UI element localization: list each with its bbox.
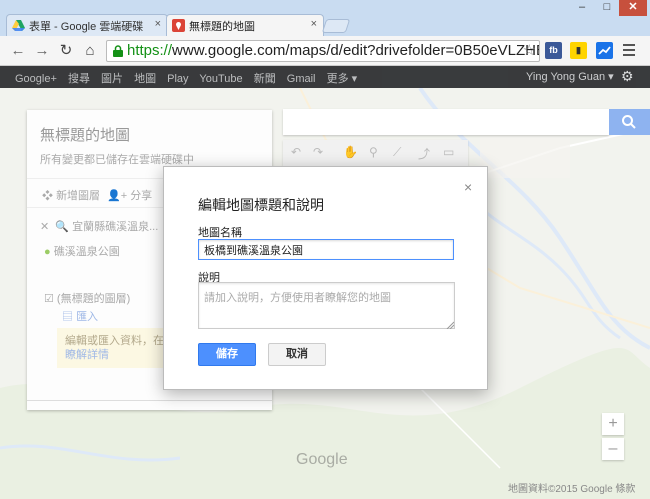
forward-arrow-icon[interactable]: → <box>33 42 51 60</box>
marker-icon[interactable]: ⚲ <box>369 145 378 159</box>
place-pin-icon: ● <box>44 246 54 258</box>
url-protocol: https:// <box>127 42 173 59</box>
description-textarea[interactable] <box>198 282 455 329</box>
gbar-link-plus[interactable]: Google+ <box>15 73 57 85</box>
minimize-button[interactable]: – <box>569 0 595 16</box>
dialog-title: 編輯地圖標題和說明 <box>198 197 324 213</box>
maximize-button[interactable]: □ <box>595 0 619 16</box>
google-logo: Google <box>296 451 348 468</box>
user-account-menu[interactable]: Ying Yong Guan ▾ <box>526 70 614 83</box>
lock-icon <box>113 45 123 57</box>
tab-untitled-map[interactable]: 無標題的地圖 × <box>166 14 324 36</box>
save-button[interactable]: 儲存 <box>198 343 256 366</box>
facebook-extension-icon[interactable]: fb <box>545 42 562 59</box>
layers-icon: ❖ <box>42 190 57 202</box>
drive-icon <box>12 20 25 31</box>
close-window-button[interactable]: ✕ <box>619 0 647 16</box>
tab-title: 表單 - Google 雲端硬碟 <box>29 21 144 33</box>
place-name: 礁溪溫泉公園 <box>53 246 120 258</box>
zoom-in-button[interactable]: + <box>602 413 624 435</box>
browser-menu-icon[interactable] <box>623 44 635 56</box>
address-bar[interactable]: https://www.google.com/maps/d/edit?drive… <box>106 40 540 62</box>
search-result-row[interactable]: ✕ 🔍 宜蘭縣礁溪溫泉... <box>40 218 158 234</box>
ruler-icon[interactable]: ▭ <box>443 145 454 159</box>
import-label: 匯入 <box>76 311 99 323</box>
hand-icon[interactable]: ✋ <box>343 145 358 159</box>
gbar-link-news[interactable]: 新聞 <box>254 73 276 85</box>
gbar-link-play[interactable]: Play <box>167 73 188 85</box>
gbar-link-youtube[interactable]: YouTube <box>199 73 242 85</box>
layer-name: (無標題的圖層) <box>56 293 131 305</box>
google-bar-links: Google+ 搜尋 圖片 地圖 Play YouTube 新聞 Gmail 更… <box>15 70 365 86</box>
checkbox-icon[interactable]: ☑ <box>44 293 57 305</box>
cancel-button[interactable]: 取消 <box>268 343 326 366</box>
directions-icon[interactable]: ⤴ <box>418 145 430 162</box>
map-search-button[interactable] <box>609 109 650 135</box>
file-icon: ▤ <box>62 311 77 323</box>
back-arrow-icon[interactable]: ← <box>9 42 27 60</box>
search-icon: 🔍 <box>55 221 73 233</box>
place-item[interactable]: ● 礁溪溫泉公園 <box>44 243 120 259</box>
dialog-close-icon[interactable]: × <box>464 179 472 195</box>
gbar-link-search[interactable]: 搜尋 <box>68 73 90 85</box>
import-link[interactable]: ▤ 匯入 <box>62 308 98 324</box>
add-layer-button[interactable]: ❖ 新增圖層 <box>42 187 100 203</box>
map-toolbar: ↶ ↷ ✋ ⚲ ⟋ ⤴ ▭ <box>283 140 468 166</box>
add-layer-label: 新增圖層 <box>56 190 101 202</box>
close-icon[interactable]: ✕ <box>40 221 55 233</box>
map-name-label: 地圖名稱 <box>198 227 242 239</box>
map-attribution[interactable]: 地圖資料©2015 Google 條款 <box>508 480 635 495</box>
panel-divider <box>27 400 272 410</box>
layer-item[interactable]: ☑ (無標題的圖層) <box>44 290 130 306</box>
resize-grip-icon[interactable] <box>446 321 454 329</box>
gbar-link-more[interactable]: 更多 ▾ <box>327 73 358 85</box>
edit-title-dialog: × 編輯地圖標題和說明 地圖名稱 說明 儲存 取消 <box>163 166 488 390</box>
draw-line-icon[interactable]: ⟋ <box>393 145 401 160</box>
bookmark-star-icon[interactable]: ☆ <box>523 41 536 61</box>
extension-icon[interactable]: ▮ <box>570 42 587 59</box>
new-tab-button[interactable] <box>321 19 351 33</box>
tab-close-icon[interactable]: × <box>155 18 161 30</box>
share-label: 分享 <box>130 190 153 202</box>
browser-toolbar: ← → ↻ ⌂ https://www.google.com/maps/d/ed… <box>0 36 650 66</box>
gbar-link-maps[interactable]: 地圖 <box>134 73 156 85</box>
url-text: www.google.com/maps/d/edit?drivefolder=0… <box>172 42 540 59</box>
tab-google-drive[interactable]: 表單 - Google 雲端硬碟 × <box>6 14 168 36</box>
tab-title: 無標題的地圖 <box>189 21 255 33</box>
add-person-icon: 👤+ <box>107 190 131 202</box>
tab-close-icon[interactable]: × <box>311 18 317 30</box>
reload-icon[interactable]: ↻ <box>57 42 75 60</box>
google-bar: Google+ 搜尋 圖片 地圖 Play YouTube 新聞 Gmail 更… <box>0 66 650 88</box>
redo-icon[interactable]: ↷ <box>313 145 323 159</box>
trend-icon <box>598 46 611 55</box>
search-icon <box>622 115 636 129</box>
home-icon[interactable]: ⌂ <box>81 42 99 60</box>
map-title[interactable]: 無標題的地圖 <box>40 124 130 145</box>
gbar-link-images[interactable]: 圖片 <box>101 73 123 85</box>
zoom-out-button[interactable]: – <box>602 438 624 460</box>
map-search-input[interactable] <box>283 109 609 135</box>
share-button[interactable]: 👤+ 分享 <box>107 187 152 203</box>
search-result-text: 宜蘭縣礁溪溫泉... <box>72 221 159 233</box>
map-name-input[interactable] <box>198 239 454 260</box>
maps-pin-icon <box>172 19 185 32</box>
undo-icon[interactable]: ↶ <box>291 145 301 159</box>
save-status: 所有變更都已儲存在雲端硬碟中 <box>40 154 194 166</box>
chart-extension-icon[interactable] <box>596 42 613 59</box>
note-text: 編輯或匯入資料，在此 <box>65 335 175 347</box>
gear-icon[interactable]: ⚙ <box>621 68 634 85</box>
gbar-link-gmail[interactable]: Gmail <box>287 73 316 85</box>
browser-titlebar: 表單 - Google 雲端硬碟 × 無標題的地圖 × – □ ✕ <box>0 0 650 36</box>
learn-more-link[interactable]: 瞭解詳情 <box>65 349 109 361</box>
